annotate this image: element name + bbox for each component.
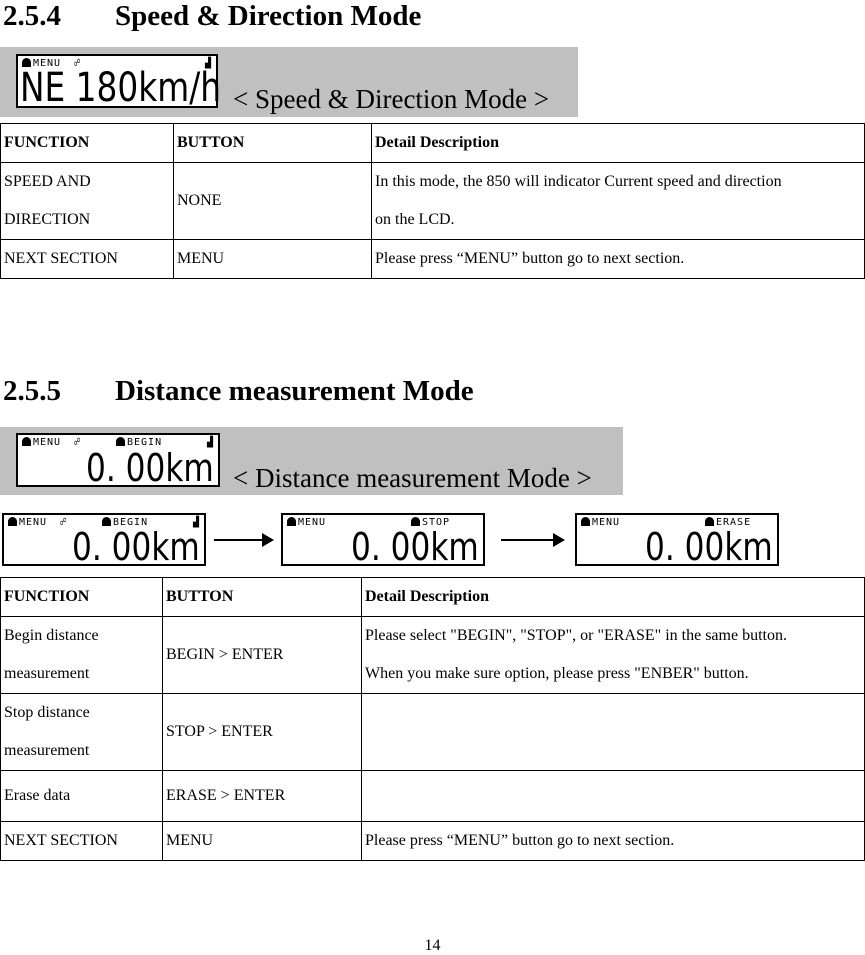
lcd-flow-stop: MENU STOP 0. 00km: [281, 513, 485, 566]
page-number: 14: [424, 937, 441, 954]
function-line: DIRECTION: [4, 211, 91, 228]
function-cell: NEXT SECTION: [0, 821, 163, 861]
header-description: Detail Description: [371, 123, 865, 163]
header-button: BUTTON: [173, 123, 372, 163]
lcd-main-readout: 0. 00km: [645, 525, 773, 569]
figure-caption: < Distance measurement Mode >: [233, 463, 592, 493]
function-cell: Begin distance measurement: [0, 616, 163, 694]
button-cell: BEGIN > ENTER: [162, 616, 362, 694]
lcd-menu-label: MENU: [33, 437, 62, 448]
table-row: Begin distance measurement BEGIN > ENTER…: [0, 616, 865, 694]
function-line: measurement: [4, 742, 90, 759]
section-number: 2.5.4: [3, 0, 61, 32]
button-cell: MENU: [162, 821, 362, 861]
description-line: on the LCD.: [375, 211, 455, 228]
description-cell: Please press “MENU” button go to next se…: [361, 821, 865, 861]
bell-icon: [22, 437, 31, 446]
header-description: Detail Description: [361, 577, 865, 617]
lcd-main-readout: 0. 00km: [86, 446, 214, 490]
bell-icon: [116, 437, 125, 446]
lcd-flow-begin: MENU ☍ BEGIN ▟ 0. 00km: [2, 513, 206, 566]
header-button: BUTTON: [162, 577, 362, 617]
table-row: Erase data ERASE > ENTER: [0, 770, 865, 822]
lcd-speed-direction: MENU ☍ ▟ NE 180km/h: [16, 54, 222, 111]
description-cell: Please select "BEGIN", "STOP", or "ERASE…: [361, 616, 865, 694]
function-cell: SPEED AND DIRECTION: [0, 162, 174, 240]
section-heading-2-5-4: 2.5.4 Speed & Direction Mode: [3, 0, 421, 32]
section-title: Speed & Direction Mode: [115, 0, 422, 32]
function-cell: Stop distance measurement: [0, 693, 163, 771]
satellite-icon: ☍: [74, 437, 82, 448]
description-cell: In this mode, the 850 will indicator Cur…: [371, 162, 865, 240]
table-row: SPEED AND DIRECTION NONE In this mode, t…: [0, 162, 865, 240]
bell-icon: [287, 517, 296, 526]
function-line: Begin distance: [4, 627, 99, 644]
table-row: NEXT SECTION MENU Please press “MENU” bu…: [0, 821, 865, 861]
lcd-main-readout: NE 180km/h: [20, 65, 222, 111]
lcd-menu-label: MENU: [19, 517, 48, 528]
description-line: In this mode, the 850 will indicator Cur…: [375, 173, 782, 190]
function-line: Stop distance: [4, 704, 90, 721]
lcd-main-readout: 0. 00km: [72, 525, 200, 569]
table-header-row: FUNCTION BUTTON Detail Description: [0, 123, 865, 163]
lcd-main-readout: 0. 00km: [351, 525, 479, 569]
button-cell: STOP > ENTER: [162, 693, 362, 771]
function-cell: NEXT SECTION: [0, 239, 174, 279]
header-function: FUNCTION: [0, 123, 174, 163]
section-title: Distance measurement Mode: [115, 375, 474, 407]
lcd-flow-erase: MENU ERASE 0. 00km: [575, 513, 779, 566]
table-header-row: FUNCTION BUTTON Detail Description: [0, 577, 865, 617]
button-cell: MENU: [173, 239, 372, 279]
bell-icon: [581, 517, 590, 526]
button-cell: ERASE > ENTER: [162, 770, 362, 822]
description-cell: Please press “MENU” button go to next se…: [371, 239, 865, 279]
section-number: 2.5.5: [3, 375, 61, 407]
header-function: FUNCTION: [0, 577, 163, 617]
distance-measurement-table: FUNCTION BUTTON Detail Description Begin…: [0, 577, 865, 861]
function-line: measurement: [4, 665, 90, 682]
figure-caption: < Speed & Direction Mode >: [233, 84, 550, 114]
function-line: SPEED AND: [4, 173, 91, 190]
function-cell: Erase data: [0, 770, 163, 822]
lcd-menu-label: MENU: [592, 517, 621, 528]
arrow-right-icon: [501, 533, 565, 547]
speed-direction-table: FUNCTION BUTTON Detail Description SPEED…: [0, 123, 865, 279]
table-row: NEXT SECTION MENU Please press “MENU” bu…: [0, 239, 865, 279]
description-cell: [361, 693, 865, 771]
lcd-distance: MENU ☍ BEGIN ▟ 0. 00km: [16, 433, 220, 487]
description-line: Please select "BEGIN", "STOP", or "ERASE…: [365, 627, 787, 644]
bell-icon: [8, 517, 17, 526]
description-line: When you make sure option, please press …: [365, 665, 749, 682]
table-row: Stop distance measurement STOP > ENTER: [0, 693, 865, 771]
section-heading-2-5-5: 2.5.5 Distance measurement Mode: [3, 375, 474, 407]
satellite-icon: ☍: [60, 517, 68, 528]
lcd-menu-label: MENU: [298, 517, 327, 528]
button-cell: NONE: [173, 162, 372, 240]
description-cell: [361, 770, 865, 822]
arrow-right-icon: [214, 533, 274, 547]
